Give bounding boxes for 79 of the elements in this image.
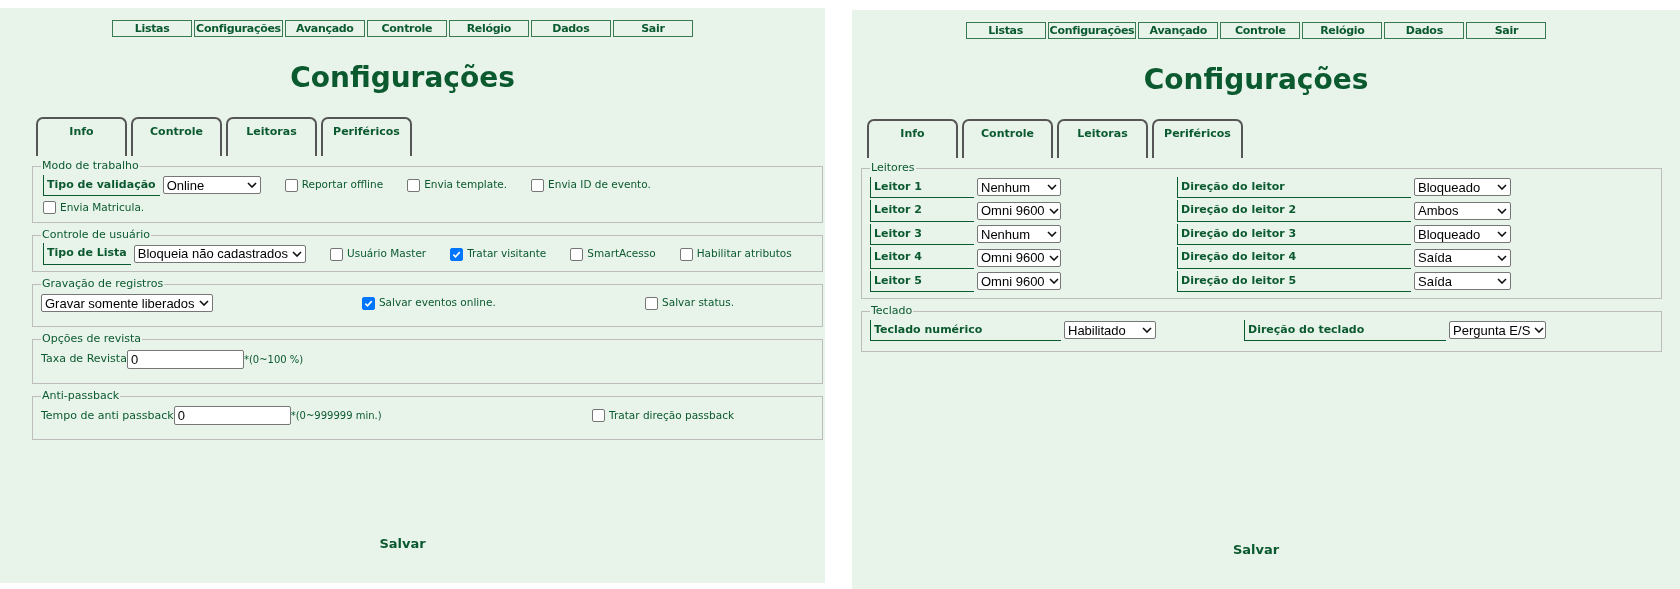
section-legend: Modo de trabalho bbox=[41, 158, 140, 175]
tab[interactable]: Info bbox=[36, 117, 127, 156]
field-label: Leitor 2 bbox=[870, 200, 974, 222]
checkbox-option[interactable]: Habilitar atributos bbox=[679, 246, 792, 262]
nav-button[interactable]: Listas bbox=[965, 22, 1046, 39]
dropdown[interactable]: Nenhum bbox=[977, 178, 1061, 197]
range-note: *(0~100 %) bbox=[243, 352, 304, 367]
field-label: Tempo de anti passback bbox=[41, 407, 174, 424]
page-title: Configurações bbox=[289, 60, 516, 96]
dropdown[interactable]: Habilitado bbox=[1064, 321, 1156, 340]
field-label: Direção do leitor bbox=[1177, 176, 1411, 198]
nav-button[interactable]: Avançado bbox=[284, 20, 365, 37]
dropdown[interactable]: Bloqueado bbox=[1414, 178, 1511, 197]
nav-button[interactable]: Sair bbox=[1466, 22, 1547, 39]
section-legend: Controle de usuário bbox=[41, 226, 151, 244]
tab[interactable]: Leitoras bbox=[226, 117, 317, 156]
dropdown[interactable]: Pergunta E/S bbox=[1449, 321, 1546, 340]
dropdown[interactable]: Ambos bbox=[1414, 201, 1511, 220]
field-label: Leitor 4 bbox=[870, 247, 974, 269]
checkbox-option[interactable]: Salvar eventos online. bbox=[361, 295, 496, 312]
tab[interactable]: Controle bbox=[131, 117, 222, 156]
nav-button[interactable]: Dados bbox=[1384, 22, 1465, 39]
field-label: Direção do leitor 4 bbox=[1177, 247, 1411, 269]
dropdown[interactable]: Nenhum bbox=[977, 225, 1061, 244]
section-legend: Teclado bbox=[870, 303, 914, 320]
tab[interactable]: Periféricos bbox=[321, 117, 412, 156]
page-title: Configurações bbox=[1142, 62, 1370, 98]
field-label: Direção do leitor 3 bbox=[1177, 223, 1411, 245]
field-label: Taxa de Revista bbox=[41, 351, 127, 367]
nav-button[interactable]: Relógio bbox=[1302, 22, 1383, 39]
checkbox-option[interactable]: Tratar direção passback bbox=[592, 407, 734, 424]
text-field[interactable]: 0 bbox=[126, 349, 244, 369]
field-label: Tipo de Lista bbox=[43, 243, 131, 265]
checkbox-option[interactable]: SmartAcesso bbox=[570, 246, 656, 262]
nav-button[interactable]: Configurações bbox=[194, 20, 283, 37]
dropdown[interactable]: Bloqueia não cadastrados bbox=[133, 245, 307, 263]
dropdown[interactable]: Bloqueado bbox=[1414, 225, 1511, 244]
tab[interactable]: Leitoras bbox=[1057, 119, 1148, 158]
section-legend: Opções de revista bbox=[41, 331, 143, 348]
dropdown[interactable]: Gravar somente liberados bbox=[41, 294, 213, 313]
checkbox-option[interactable]: Envia Matricula. bbox=[43, 200, 145, 216]
nav-button[interactable]: Listas bbox=[112, 20, 193, 37]
dropdown[interactable]: Online bbox=[162, 176, 261, 195]
nav-button[interactable]: Dados bbox=[530, 20, 611, 37]
dropdown[interactable]: Omni 9600 bbox=[977, 248, 1061, 267]
checkbox-option[interactable]: Salvar status. bbox=[645, 295, 734, 312]
save-button[interactable]: Salvar bbox=[1232, 539, 1280, 559]
nav-button[interactable]: Controle bbox=[1220, 22, 1301, 39]
field-label: Direção do teclado bbox=[1244, 319, 1446, 341]
nav-button[interactable]: Controle bbox=[366, 20, 447, 37]
dropdown[interactable]: Saída bbox=[1414, 272, 1511, 291]
nav-button[interactable]: Configurações bbox=[1047, 22, 1137, 39]
field-label: Direção do leitor 2 bbox=[1177, 200, 1411, 222]
field-label: Direção do leitor 5 bbox=[1177, 270, 1411, 292]
checkbox-option[interactable]: Tratar visitante bbox=[450, 246, 547, 262]
field-label: Leitor 5 bbox=[870, 270, 974, 292]
section-legend: Anti-passback bbox=[41, 387, 121, 405]
range-note: *(0~999999 min.) bbox=[290, 409, 382, 424]
text-field[interactable]: 0 bbox=[173, 406, 291, 426]
checkbox-option[interactable]: Reportar offline bbox=[284, 177, 384, 194]
checkbox-option[interactable]: Usuário Master bbox=[330, 246, 427, 262]
field-label: Tipo de validação bbox=[43, 174, 160, 196]
checkbox-option[interactable]: Envia ID de evento. bbox=[531, 177, 651, 194]
tab[interactable]: Controle bbox=[962, 119, 1053, 158]
section-legend: Gravação de registros bbox=[41, 275, 165, 293]
nav-button[interactable]: Relógio bbox=[448, 20, 529, 37]
field-label: Teclado numérico bbox=[870, 319, 1061, 341]
checkbox-option[interactable]: Envia template. bbox=[407, 177, 508, 194]
nav-button[interactable]: Sair bbox=[612, 20, 693, 37]
tab[interactable]: Info bbox=[867, 119, 958, 158]
dropdown[interactable]: Saída bbox=[1414, 248, 1511, 267]
nav-button[interactable]: Avançado bbox=[1138, 22, 1219, 39]
save-button[interactable]: Salvar bbox=[379, 533, 426, 553]
section-legend: Leitores bbox=[870, 160, 916, 177]
dropdown[interactable]: Omni 9600 bbox=[977, 201, 1061, 220]
tab[interactable]: Periféricos bbox=[1152, 119, 1243, 158]
dropdown[interactable]: Omni 9600 bbox=[977, 272, 1061, 291]
field-label: Leitor 1 bbox=[870, 176, 974, 198]
field-label: Leitor 3 bbox=[870, 223, 974, 245]
